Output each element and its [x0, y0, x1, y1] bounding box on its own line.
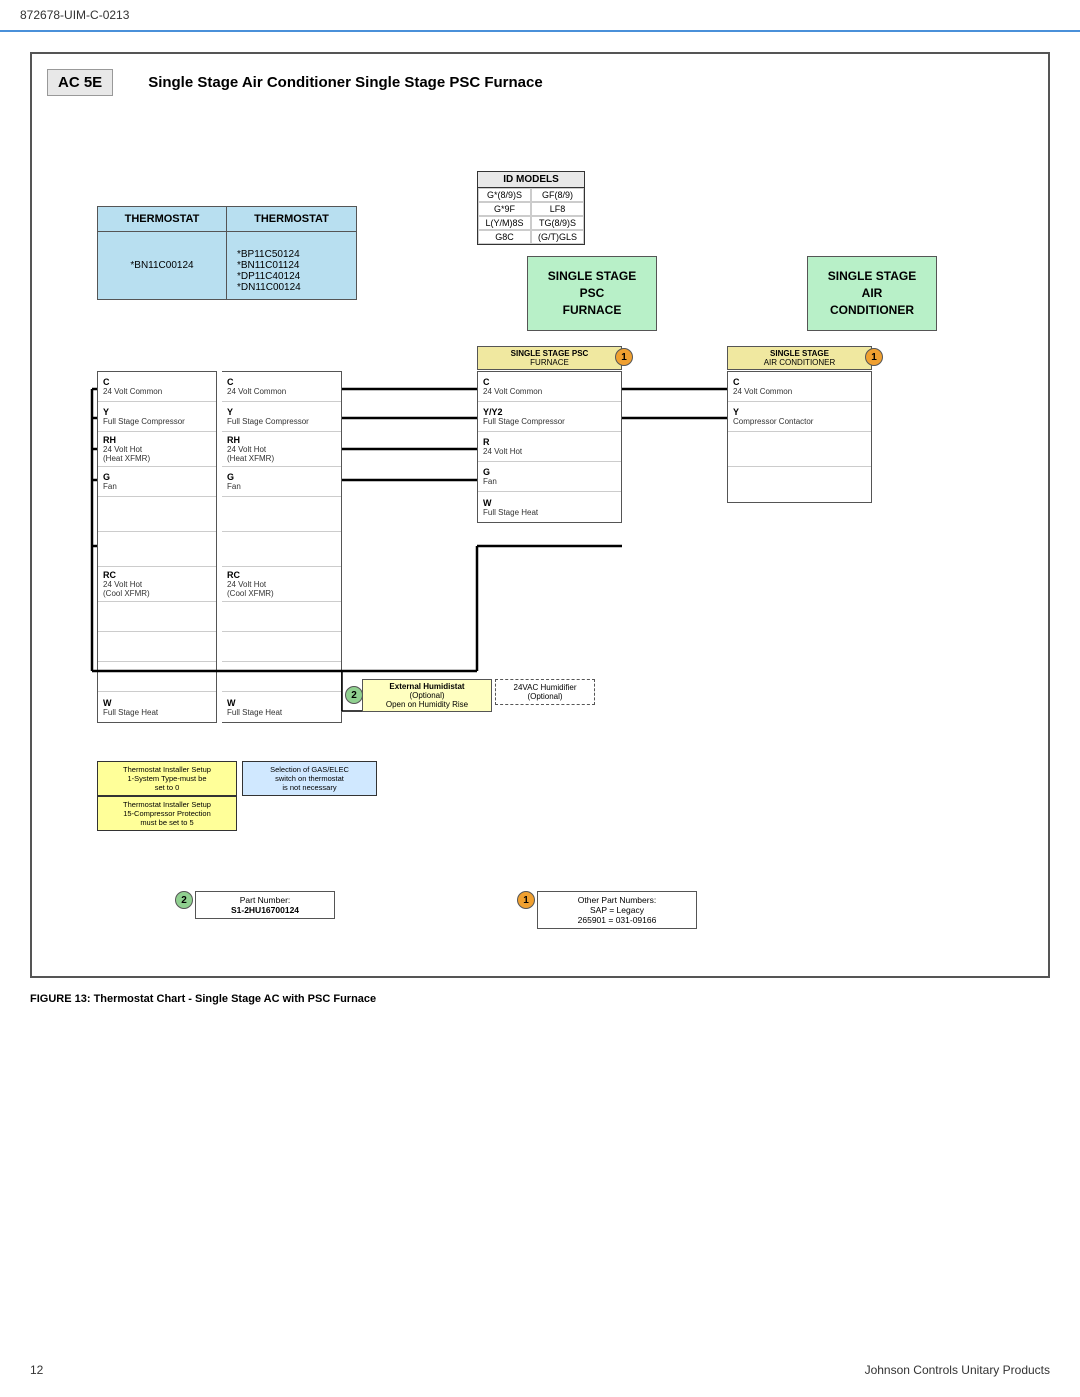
thermostat-models-right: *BP11C50124 *BN11C01124 *DP11C40124 *DN1… — [227, 232, 357, 300]
thermostat-header-1: THERMOSTAT — [97, 206, 227, 232]
note-gas-elec: Selection of GAS/ELEC switch on thermost… — [242, 761, 377, 796]
id-model-cell: G*9F — [478, 202, 531, 216]
wiring-label-psc: SINGLE STAGE PSC FURNACE — [477, 346, 622, 370]
note-thermostat-setup-1: Thermostat Installer Setup 1-System Type… — [97, 761, 237, 796]
wire-col-thermostat-2: C24 Volt Common YFull Stage Compressor R… — [222, 371, 342, 723]
badge-psc: 1 — [615, 348, 633, 366]
badge-humidistat: 2 — [345, 686, 363, 704]
wire-col-thermostat-1: C24 Volt Common YFull Stage Compressor R… — [97, 371, 217, 723]
humidifier-optional-box: External Humidistat (Optional) Open on H… — [362, 679, 492, 712]
diagram-title-ac: AC 5E — [47, 69, 113, 96]
wire-col-furnace: C24 Volt Common Y/Y2Full Stage Compresso… — [477, 371, 622, 523]
note-thermostat-setup-2: Thermostat Installer Setup 15-Compressor… — [97, 796, 237, 831]
diagram-title-full: Single Stage Air Conditioner Single Stag… — [148, 74, 543, 91]
page-number: 12 — [30, 1363, 43, 1377]
thermostat-section: THERMOSTAT THERMOSTAT *BN11C00124 *BP11C… — [97, 206, 357, 300]
id-model-cell: TG(8/9)S — [531, 216, 584, 230]
badge-ac: 1 — [865, 348, 883, 366]
id-model-cell: LF8 — [531, 202, 584, 216]
id-model-cell: L(Y/M)8S — [478, 216, 531, 230]
psc-furnace-box: SINGLE STAGE PSC FURNACE — [527, 256, 657, 331]
thermostat-header-2: THERMOSTAT — [227, 206, 357, 232]
humidifier-24vac-box: 24VAC Humidifier (Optional) — [495, 679, 595, 705]
wire-col-ac: C24 Volt Common YCompressor Contactor — [727, 371, 872, 503]
diagram-box: AC 5E Single Stage Air Conditioner Singl… — [30, 52, 1050, 978]
id-models-box: ID MODELS G*(8/9)S GF(8/9) G*9F LF8 L(Y/… — [477, 171, 585, 245]
page-header: 872678-UIM-C-0213 — [0, 0, 1080, 32]
figure-caption: FIGURE 13: Thermostat Chart - Single Sta… — [30, 993, 1050, 1005]
part-number-1-box: Other Part Numbers: SAP = Legacy 265901 … — [537, 891, 697, 929]
id-models-header: ID MODELS — [478, 172, 584, 188]
id-models-grid: G*(8/9)S GF(8/9) G*9F LF8 L(Y/M)8S TG(8/… — [478, 188, 584, 244]
wiring-label-ac: SINGLE STAGE AIR CONDITIONER — [727, 346, 872, 370]
id-model-cell: G*(8/9)S — [478, 188, 531, 202]
air-conditioner-box: SINGLE STAGE AIR CONDITIONER — [807, 256, 937, 331]
company-name: Johnson Controls Unitary Products — [865, 1363, 1050, 1377]
badge-part-1: 1 — [517, 891, 535, 909]
id-model-cell: G8C — [478, 230, 531, 244]
id-model-cell: (G/T)GLS — [531, 230, 584, 244]
doc-number: 872678-UIM-C-0213 — [20, 8, 129, 22]
page-footer: 12 Johnson Controls Unitary Products — [0, 1363, 1080, 1377]
badge-part-2: 2 — [175, 891, 193, 909]
id-model-cell: GF(8/9) — [531, 188, 584, 202]
thermostat-model-left: *BN11C00124 — [97, 232, 227, 300]
part-number-2-box: Part Number: S1-2HU16700124 — [195, 891, 335, 919]
